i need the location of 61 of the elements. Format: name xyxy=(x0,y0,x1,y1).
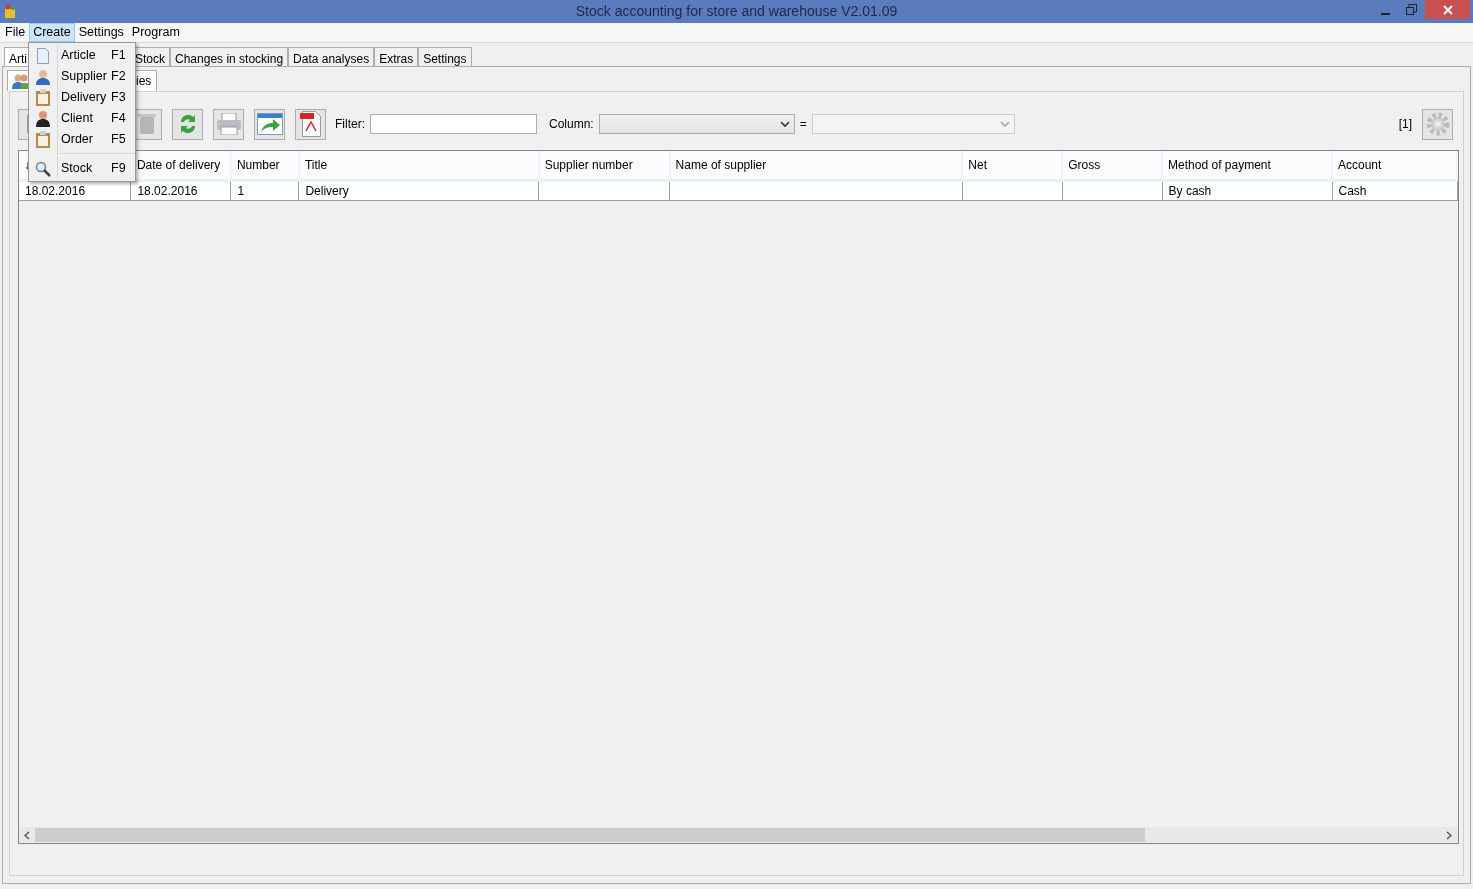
column-header[interactable]: Number xyxy=(230,151,299,180)
tab[interactable]: Changes in stocking xyxy=(170,47,289,66)
window-title: Stock accounting for store and warehouse V2.01.09 xyxy=(575,2,898,21)
menu-entry[interactable]: Order F5 xyxy=(29,129,135,150)
table-cell: 18.02.2016 xyxy=(137,183,198,198)
search-icon xyxy=(35,160,51,177)
menu-entry[interactable]: Client F4 xyxy=(29,108,135,129)
tab[interactable]: Extras xyxy=(374,47,419,66)
table-cell: Delivery xyxy=(305,183,349,198)
menu-item[interactable]: Settings xyxy=(74,23,128,42)
minimize-icon xyxy=(1380,12,1390,15)
value-dropdown[interactable] xyxy=(811,114,1015,134)
filter-label: Filter: xyxy=(335,116,365,133)
page-icon xyxy=(37,47,49,64)
refresh-button[interactable] xyxy=(172,108,203,140)
filter-field[interactable] xyxy=(370,114,537,134)
person-icon xyxy=(36,110,50,127)
menu-entry[interactable]: Supplier F2 xyxy=(29,66,135,87)
table-cell: 1 xyxy=(237,183,245,198)
menu-item[interactable]: Program xyxy=(127,23,184,42)
printer-icon xyxy=(215,113,242,135)
column-header[interactable]: Method of payment xyxy=(1162,151,1332,180)
column-header[interactable]: Supplier number xyxy=(538,151,670,180)
tab[interactable]: Data analyses xyxy=(288,47,375,66)
scroll-left-icon xyxy=(24,830,30,840)
clipboard-icon xyxy=(35,131,51,148)
pdf-button[interactable] xyxy=(295,108,326,140)
column-label: Column: xyxy=(549,116,594,133)
trash-icon xyxy=(137,113,156,135)
scroll-right-icon xyxy=(1446,830,1452,840)
pdf-file-icon xyxy=(299,111,322,137)
column-header[interactable]: Net xyxy=(962,151,1063,180)
column-header[interactable]: Gross xyxy=(1062,151,1163,180)
menu-item[interactable]: File xyxy=(1,23,30,42)
restore-icon xyxy=(1405,4,1417,15)
table-cell: By cash xyxy=(1168,183,1212,198)
menu-item[interactable]: Create xyxy=(29,23,75,42)
print-button[interactable] xyxy=(213,108,244,140)
people-icon xyxy=(12,73,30,89)
export-icon xyxy=(256,113,283,135)
column-header[interactable]: Account xyxy=(1332,151,1457,180)
export-button[interactable] xyxy=(254,108,285,140)
app-icon xyxy=(4,4,16,18)
horizontal-scrollbar[interactable] xyxy=(19,827,1458,843)
chevron-icon xyxy=(779,121,790,128)
column-dropdown[interactable] xyxy=(598,114,795,134)
chevron-icon xyxy=(999,121,1010,128)
person-icon xyxy=(35,68,51,85)
scrollbar-thumb[interactable] xyxy=(35,828,1145,842)
record-count: [1] xyxy=(1398,116,1412,133)
column-header[interactable]: Title xyxy=(298,151,539,180)
tab[interactable]: Settings xyxy=(418,47,472,66)
equals-sign: = xyxy=(799,116,807,133)
close-button[interactable] xyxy=(1425,0,1470,19)
gear-icon xyxy=(1425,112,1450,136)
table-cell: 18.02.2016 xyxy=(25,183,86,198)
clipboard-icon xyxy=(35,89,51,106)
menu-entry[interactable]: Delivery F3 xyxy=(29,87,135,108)
column-header[interactable]: Name of supplier xyxy=(669,151,963,180)
close-icon xyxy=(1442,4,1453,15)
table-cell: Cash xyxy=(1338,183,1367,198)
